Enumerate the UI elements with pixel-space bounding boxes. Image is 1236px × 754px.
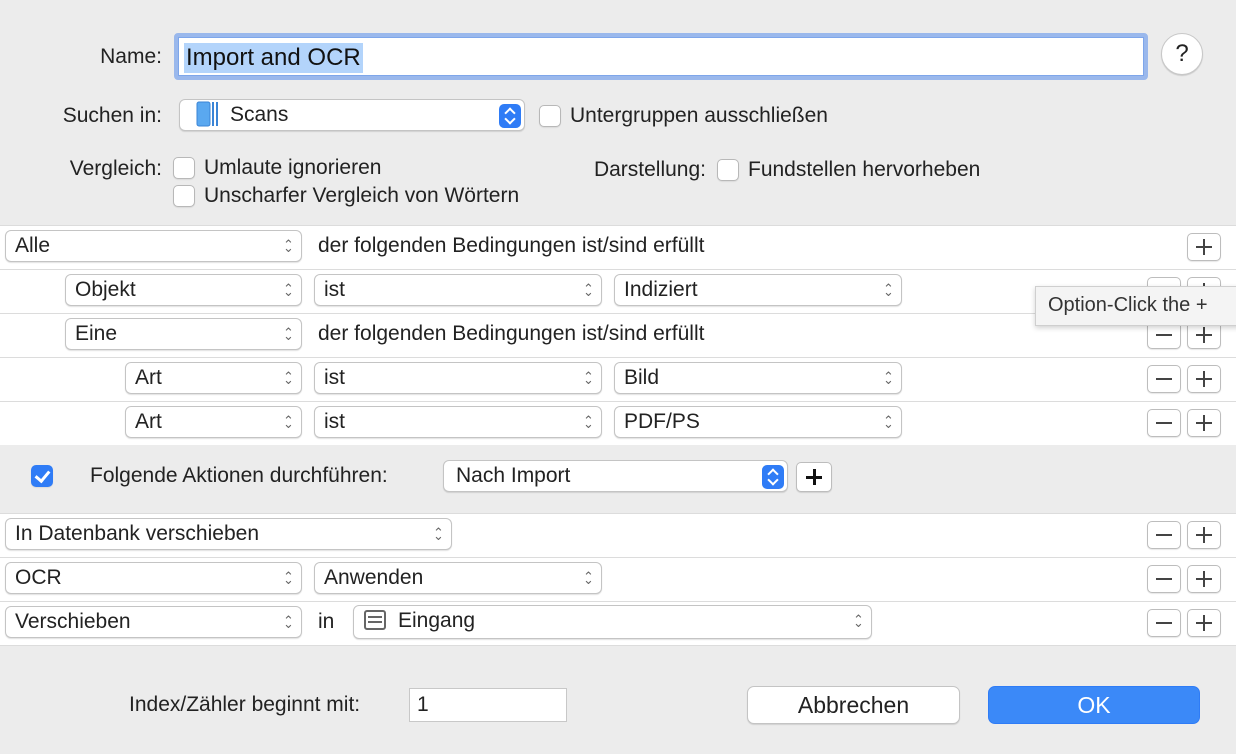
chevron-updown-icon bbox=[283, 370, 292, 386]
add-action-button[interactable] bbox=[1187, 521, 1221, 549]
condition-operator-popup[interactable]: ist bbox=[314, 362, 602, 394]
condition-scope-popup[interactable]: Eine bbox=[65, 318, 302, 350]
remove-condition-button[interactable] bbox=[1147, 365, 1181, 393]
index-label: Index/Zähler beginnt mit: bbox=[129, 693, 361, 716]
ignore-umlauts-label: Umlaute ignorieren bbox=[204, 156, 382, 179]
inbox-icon bbox=[364, 609, 386, 630]
add-condition-button[interactable] bbox=[1187, 409, 1221, 437]
remove-action-button[interactable] bbox=[1147, 565, 1181, 593]
search-in-popup[interactable]: Scans bbox=[179, 99, 525, 131]
chevron-updown-icon bbox=[283, 282, 292, 298]
fuzzy-compare-label: Unscharfer Vergleich von Wörtern bbox=[204, 184, 520, 207]
action-popup[interactable]: In Datenbank verschieben bbox=[5, 518, 452, 550]
action-target-popup[interactable]: Eingang bbox=[353, 605, 872, 639]
condition-text: der folgenden Bedingungen ist/sind erfül… bbox=[318, 234, 705, 257]
exclude-subgroups-checkbox[interactable] bbox=[539, 105, 561, 127]
chevron-updown-icon bbox=[283, 614, 292, 630]
condition-text: der folgenden Bedingungen ist/sind erfül… bbox=[318, 322, 705, 345]
condition-value-popup[interactable]: Indiziert bbox=[614, 274, 902, 306]
fuzzy-compare-checkbox[interactable] bbox=[173, 185, 195, 207]
chevron-updown-icon bbox=[433, 526, 442, 542]
popup-chevron-icon bbox=[762, 465, 784, 489]
chevron-updown-icon bbox=[583, 570, 592, 586]
add-condition-button[interactable] bbox=[1187, 233, 1221, 261]
tooltip: Option-Click the + bbox=[1035, 286, 1236, 326]
remove-condition-button[interactable] bbox=[1147, 409, 1181, 437]
ok-button[interactable]: OK bbox=[988, 686, 1200, 724]
chevron-updown-icon bbox=[283, 238, 292, 254]
remove-action-button[interactable] bbox=[1147, 521, 1181, 549]
add-action-button[interactable] bbox=[1187, 565, 1221, 593]
popup-chevron-icon bbox=[499, 104, 521, 128]
chevron-updown-icon bbox=[583, 282, 592, 298]
highlight-label: Fundstellen hervorheben bbox=[748, 158, 981, 181]
condition-scope-popup[interactable]: Alle bbox=[5, 230, 302, 262]
chevron-updown-icon bbox=[283, 570, 292, 586]
chevron-updown-icon bbox=[883, 414, 892, 430]
action-popup[interactable]: OCR bbox=[5, 562, 302, 594]
name-label: Name: bbox=[100, 45, 162, 68]
search-in-label: Suchen in: bbox=[62, 104, 162, 127]
condition-field-popup[interactable]: Objekt bbox=[65, 274, 302, 306]
add-condition-button[interactable] bbox=[1187, 365, 1221, 393]
chevron-updown-icon bbox=[883, 282, 892, 298]
action-mode-popup[interactable]: Anwenden bbox=[314, 562, 602, 594]
add-trigger-button[interactable] bbox=[796, 462, 832, 492]
chevron-updown-icon bbox=[583, 370, 592, 386]
name-value: Import and OCR bbox=[184, 43, 363, 73]
remove-action-button[interactable] bbox=[1147, 609, 1181, 637]
ignore-umlauts-checkbox[interactable] bbox=[173, 157, 195, 179]
condition-operator-popup[interactable]: ist bbox=[314, 406, 602, 438]
condition-field-popup[interactable]: Art bbox=[125, 406, 302, 438]
condition-operator-popup[interactable]: ist bbox=[314, 274, 602, 306]
condition-value-popup[interactable]: PDF/PS bbox=[614, 406, 902, 438]
cancel-button[interactable]: Abbrechen bbox=[747, 686, 960, 724]
index-input[interactable]: 1 bbox=[409, 688, 567, 722]
action-in-label: in bbox=[318, 610, 335, 633]
condition-field-popup[interactable]: Art bbox=[125, 362, 302, 394]
chevron-updown-icon bbox=[583, 414, 592, 430]
display-label: Darstellung: bbox=[593, 158, 706, 181]
action-popup[interactable]: Verschieben bbox=[5, 606, 302, 638]
chevron-updown-icon bbox=[883, 370, 892, 386]
chevron-updown-icon bbox=[283, 414, 292, 430]
add-action-button[interactable] bbox=[1187, 609, 1221, 637]
chevron-updown-icon bbox=[853, 613, 862, 629]
chevron-updown-icon bbox=[283, 326, 292, 342]
compare-label: Vergleich: bbox=[69, 157, 162, 180]
highlight-checkbox[interactable] bbox=[717, 159, 739, 181]
actions-enabled-checkbox[interactable] bbox=[31, 465, 53, 487]
actions-trigger-popup[interactable]: Nach Import bbox=[443, 460, 788, 492]
actions-label: Folgende Aktionen durchführen: bbox=[90, 464, 388, 487]
name-input[interactable]: Import and OCR bbox=[174, 33, 1148, 80]
search-in-value: Scans bbox=[230, 103, 289, 126]
exclude-subgroups-label: Untergruppen ausschließen bbox=[570, 104, 828, 127]
condition-value-popup[interactable]: Bild bbox=[614, 362, 902, 394]
help-button[interactable]: ? bbox=[1161, 33, 1203, 75]
folder-icon bbox=[194, 101, 220, 127]
